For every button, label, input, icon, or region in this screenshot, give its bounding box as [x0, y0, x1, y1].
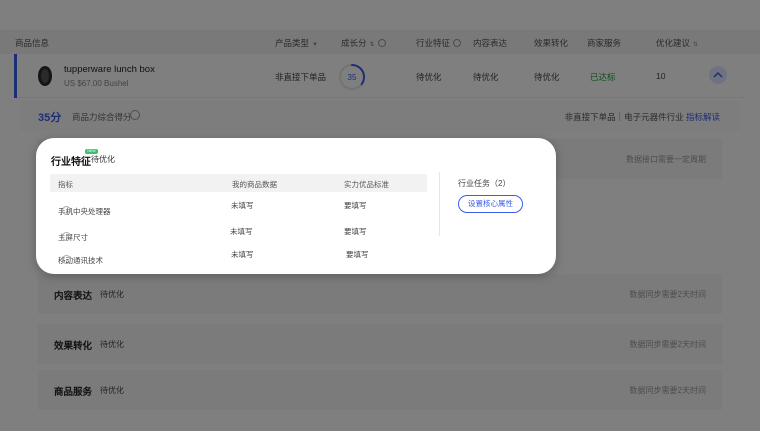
metric-table-header: 指标 我的商品数据 实力优品标准	[50, 174, 427, 192]
product-row[interactable]: tupperware lunch box US $67.00 Bushel 非直…	[14, 54, 744, 98]
section-note: 数据接口需要一定周期	[626, 155, 706, 164]
help-icon	[453, 39, 462, 47]
section-title: 商品服务	[54, 387, 93, 398]
section-status: 待优化	[100, 290, 124, 299]
product-price: US $67.00 Bushel	[64, 79, 129, 88]
industry-feature-value: 待优化	[416, 72, 442, 82]
my-data-value: 未填写	[231, 201, 254, 210]
my-data-value: 未填写	[231, 250, 254, 259]
col-growth-score-label: 成长分	[341, 38, 367, 48]
section-title: 内容表达	[54, 291, 93, 302]
growth-score-value: 35	[348, 73, 357, 82]
category-text: 非直接下单品｜电子元器件行业	[564, 112, 684, 122]
col-merchant-service: 商家服务	[587, 38, 622, 48]
sort-icon: ⇅	[693, 42, 699, 48]
section-effect-conversion[interactable]: 效果转化 待优化 数据同步需要2天时间	[38, 324, 722, 364]
sort-icon: ⇅	[369, 42, 375, 48]
col-standard: 实力优品标准	[344, 180, 389, 189]
product-thumbnail-icon	[38, 66, 52, 86]
score-summary: 35分 商品力综合得分 非直接下单品｜电子元器件行业 指标解读	[20, 101, 740, 131]
col-optimize-suggestion[interactable]: 优化建议 ⇅	[656, 37, 698, 49]
overall-score-label: 商品力综合得分	[72, 112, 132, 122]
col-metric: 指标	[58, 180, 73, 189]
col-content-expression: 内容表达	[473, 38, 508, 48]
section-merchant-service[interactable]: 商品服务 待优化 数据同步需要2天时间	[38, 370, 722, 410]
collapse-row-button[interactable]	[709, 66, 727, 84]
section-status: 待优化	[100, 340, 124, 349]
col-industry-feature: 行业特征	[416, 37, 462, 49]
optimize-suggestion-value: 10	[656, 71, 666, 81]
standard-value: 要填写	[346, 250, 369, 259]
col-my-data: 我的商品数据	[232, 180, 277, 189]
chevron-up-icon	[713, 71, 723, 78]
section-status: 待优化	[100, 386, 124, 395]
table-row: 主屏尺寸 未填写 要填写	[50, 220, 427, 242]
help-icon[interactable]	[62, 232, 71, 241]
section-title: 效果转化	[54, 341, 93, 352]
help-icon	[377, 39, 386, 47]
col-product-type-label: 产品类型	[275, 38, 310, 48]
overall-score: 35分	[38, 112, 62, 124]
merchant-service-value: 已达标	[590, 72, 616, 82]
col-product-info: 商品信息	[15, 38, 50, 48]
my-data-value: 未填写	[230, 227, 253, 236]
growth-score-ring: 35	[339, 64, 365, 90]
row-selected-indicator	[14, 54, 17, 98]
section-note: 数据同步需要2天时间	[629, 386, 706, 395]
help-icon[interactable]	[62, 206, 71, 215]
product-type-value: 非直接下单品	[275, 72, 327, 82]
table-header: 商品信息 产品类型 ▼ 成长分 ⇅ 行业特征 内容表达 效果转化 商家服务 优化建议…	[0, 30, 760, 54]
card-status: 待优化	[91, 155, 115, 164]
col-product-type[interactable]: 产品类型 ▼	[275, 37, 318, 49]
help-icon[interactable]	[130, 110, 140, 120]
section-note: 数据同步需要2天时间	[629, 290, 706, 299]
table-row: 手机中央处理器 未填写 要填写	[50, 194, 427, 216]
col-optimize-suggestion-label: 优化建议	[656, 38, 691, 48]
industry-feature-card: 行业特征 NEW 待优化 指标 我的商品数据 实力优品标准 手机中央处理器 未填…	[36, 138, 556, 274]
help-icon[interactable]	[62, 255, 71, 264]
col-growth-score[interactable]: 成长分 ⇅	[341, 37, 386, 49]
product-name[interactable]: tupperware lunch box	[64, 64, 155, 75]
category-info: 非直接下单品｜电子元器件行业 指标解读	[565, 111, 720, 123]
standard-value: 要填写	[344, 201, 367, 210]
effect-conversion-value: 待优化	[534, 72, 560, 82]
section-note: 数据同步需要2天时间	[629, 340, 706, 349]
standard-value: 要填写	[344, 227, 367, 236]
col-effect-conversion: 效果转化	[534, 38, 569, 48]
set-core-attributes-button[interactable]: 设置核心属性	[458, 195, 523, 213]
card-title: 行业特征	[51, 157, 91, 168]
divider	[439, 172, 440, 236]
section-content-expression[interactable]: 内容表达 待优化 数据同步需要2天时间	[38, 274, 722, 314]
col-industry-feature-label: 行业特征	[416, 38, 451, 48]
metric-explain-link[interactable]: 指标解读	[686, 112, 720, 122]
table-row: 移动通讯技术 未填写 要填写	[50, 243, 427, 265]
industry-task-title: 行业任务（2）	[458, 179, 511, 188]
chevron-down-icon: ▼	[312, 42, 318, 48]
content-expression-value: 待优化	[473, 72, 499, 82]
